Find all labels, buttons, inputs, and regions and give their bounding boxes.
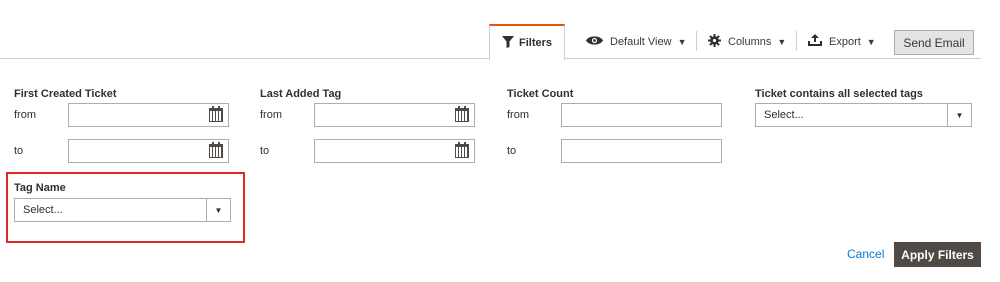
chevron-down-icon: ▼ [777,36,787,47]
ticket-contains-tags-select[interactable]: Select... ▼ [755,103,972,127]
columns-dropdown[interactable]: Columns ▼ [708,24,786,59]
first-created-from-input[interactable] [68,103,229,127]
last-added-tag-title: Last Added Tag [260,88,342,100]
eye-icon [586,35,603,49]
ticket-count-from-label: from [507,109,529,121]
tag-name-highlight-box [6,172,245,243]
export-label: Export [829,35,861,48]
chevron-down-icon[interactable]: ▼ [947,104,971,126]
filters-label: Filters [518,37,552,49]
columns-label: Columns [728,35,772,48]
send-email-button[interactable]: Send Email [894,30,974,55]
select-value: Select... [764,109,804,121]
calendar-icon[interactable] [209,142,223,158]
first-created-to-label: to [14,145,24,157]
grid-toolbar: Filters Default View ▼ Columns ▼ Export … [0,0,1000,60]
toolbar-separator [796,31,797,51]
toolbar-separator [696,31,697,51]
ticket-count-to-input[interactable] [561,139,722,163]
ticket-count-to-label: to [507,145,517,157]
export-dropdown[interactable]: Export ▼ [808,24,876,59]
filter-funnel-icon [501,35,514,51]
ticket-count-from-input[interactable] [561,103,722,127]
default-view-label: Default View [610,35,672,48]
ticket-count-title: Ticket Count [507,88,574,100]
first-created-to-input[interactable] [68,139,229,163]
filters-tab[interactable]: Filters [489,24,565,60]
last-added-to-input[interactable] [314,139,475,163]
chevron-down-icon: ▼ [677,36,687,47]
gear-icon [708,33,721,50]
calendar-icon[interactable] [455,142,469,158]
calendar-icon[interactable] [209,106,223,122]
chevron-down-icon: ▼ [866,36,876,47]
last-added-from-label: from [260,109,282,121]
first-created-from-label: from [14,109,36,121]
default-view-dropdown[interactable]: Default View ▼ [586,24,686,59]
cancel-button[interactable]: Cancel [847,247,884,261]
first-created-ticket-title: First Created Ticket [14,88,117,100]
calendar-icon[interactable] [455,106,469,122]
export-upload-icon [808,34,822,49]
ticket-contains-tags-title: Ticket contains all selected tags [755,88,923,100]
last-added-to-label: to [260,145,270,157]
last-added-from-input[interactable] [314,103,475,127]
apply-filters-button[interactable]: Apply Filters [894,242,981,267]
